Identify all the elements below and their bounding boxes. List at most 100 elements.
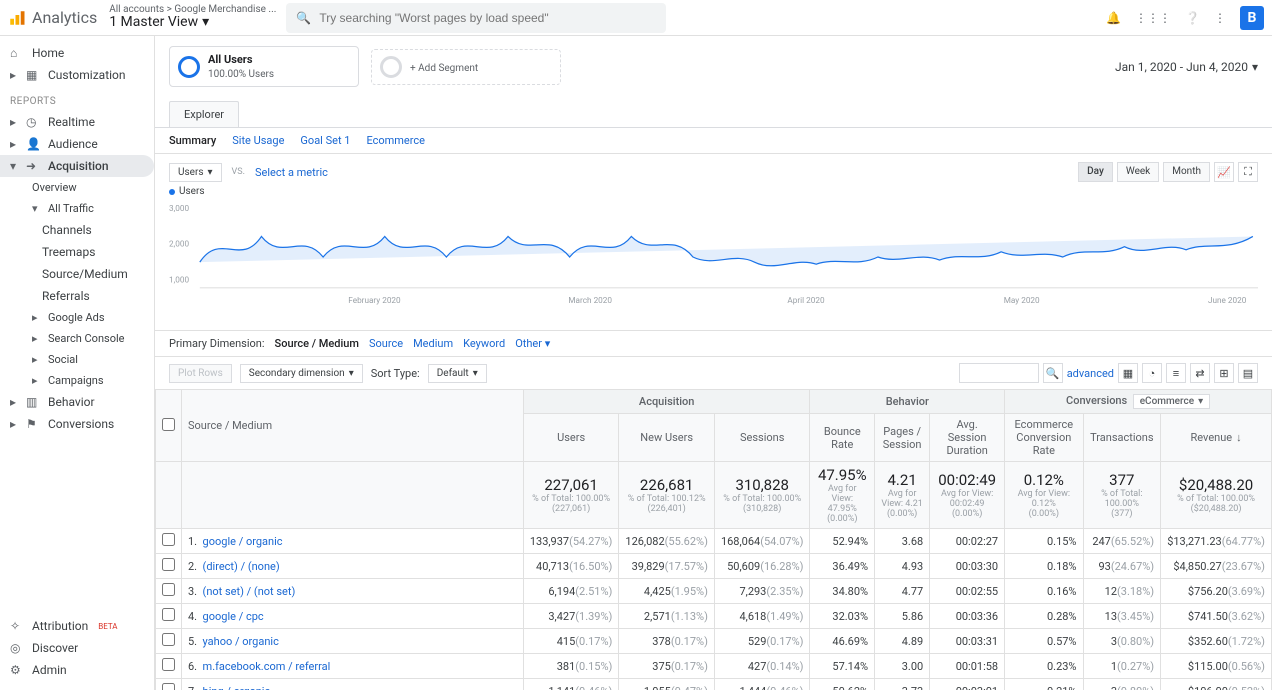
performance-view-icon[interactable]: ≡ xyxy=(1166,363,1186,383)
col-asd[interactable]: Avg. Session Duration xyxy=(930,414,1005,462)
breadcrumb[interactable]: All accounts > Google Merchandise ... 1 … xyxy=(109,4,276,30)
comparison-view-icon[interactable]: ⇄ xyxy=(1190,363,1210,383)
table-view-icon[interactable]: ▦ xyxy=(1118,363,1138,383)
sidebar-item-source-medium[interactable]: Source/Medium xyxy=(0,263,154,285)
sidebar-item-discover[interactable]: ◎Discover xyxy=(0,637,154,659)
subtab-summary[interactable]: Summary xyxy=(169,134,216,147)
granularity-day[interactable]: Day xyxy=(1078,162,1113,182)
kebab-icon[interactable]: ⋮ xyxy=(1214,11,1226,25)
search-bar[interactable]: 🔍 xyxy=(286,3,666,33)
col-ecr[interactable]: Ecommerce Conversion Rate xyxy=(1005,414,1083,462)
source-link[interactable]: 2. (direct) / (none) xyxy=(182,554,524,579)
col-users[interactable]: Users xyxy=(523,414,619,462)
advanced-filter-link[interactable]: advanced xyxy=(1067,367,1114,380)
search-icon[interactable]: 🔍 xyxy=(1043,363,1063,383)
row-checkbox[interactable] xyxy=(162,658,175,671)
sidebar-item-campaigns[interactable]: ▸Campaigns xyxy=(0,370,154,391)
secondary-dimension-dropdown[interactable]: Secondary dimension ▾ xyxy=(240,364,363,383)
search-input[interactable] xyxy=(319,11,656,25)
sidebar-item-treemaps[interactable]: Treemaps xyxy=(0,241,154,263)
row-checkbox[interactable] xyxy=(162,558,175,571)
sidebar-item-google-ads[interactable]: ▸Google Ads xyxy=(0,307,154,328)
help-icon[interactable]: ❔ xyxy=(1185,11,1200,25)
col-pps[interactable]: Pages / Session xyxy=(875,414,930,462)
sidebar-item-realtime[interactable]: ▸◷Realtime xyxy=(0,111,154,133)
bell-icon[interactable]: 🔔 xyxy=(1106,11,1121,25)
source-link[interactable]: 7. bing / organic xyxy=(182,679,524,690)
sidebar-section-reports: REPORTS xyxy=(0,86,154,111)
primary-dimension-label: Primary Dimension: xyxy=(169,337,265,350)
subtab-ecommerce[interactable]: Ecommerce xyxy=(366,134,425,147)
segment-title: All Users xyxy=(208,53,274,66)
dim-other[interactable]: Other ▾ xyxy=(515,337,550,350)
source-link[interactable]: 4. google / cpc xyxy=(182,604,524,629)
chart-toggle-icon[interactable]: 📈 xyxy=(1214,162,1234,182)
pivot-view-icon[interactable]: ⊞ xyxy=(1214,363,1234,383)
add-segment-button[interactable]: + Add Segment xyxy=(371,49,561,85)
dim-source-medium[interactable]: Source / Medium xyxy=(275,337,359,350)
col-bounce[interactable]: Bounce Rate xyxy=(810,414,875,462)
sidebar-item-search-console[interactable]: ▸Search Console xyxy=(0,328,154,349)
motion-chart-icon[interactable]: ⛶ xyxy=(1238,162,1258,182)
sidebar-item-acquisition[interactable]: ▾➜Acquisition xyxy=(0,155,154,177)
col-sessions[interactable]: Sessions xyxy=(714,414,810,462)
col-revenue[interactable]: Revenue↓ xyxy=(1161,414,1272,462)
view-picker[interactable]: 1 Master View▾ xyxy=(109,15,276,30)
row-checkbox[interactable] xyxy=(162,633,175,646)
pie-view-icon[interactable]: ◔ xyxy=(1142,363,1162,383)
row-checkbox[interactable] xyxy=(162,683,175,690)
subtab-site-usage[interactable]: Site Usage xyxy=(232,134,284,147)
sidebar: ⌂Home ▸▦Customization REPORTS ▸◷Realtime… xyxy=(0,36,155,690)
chevron-right-icon: ▸ xyxy=(32,332,40,345)
person-icon: 👤 xyxy=(26,137,40,151)
sidebar-item-all-traffic[interactable]: ▾All Traffic xyxy=(0,198,154,219)
row-checkbox[interactable] xyxy=(162,583,175,596)
segment-all-users[interactable]: All Users100.00% Users xyxy=(169,46,359,87)
summary-sessions: 310,828% of Total: 100.00%(310,828) xyxy=(714,462,810,529)
sort-down-icon: ↓ xyxy=(1236,431,1242,444)
apps-icon[interactable]: ⋮⋮⋮ xyxy=(1135,11,1171,25)
metric-selector[interactable]: Users ▾ xyxy=(169,163,222,182)
col-source-medium[interactable]: Source / Medium xyxy=(182,390,524,462)
sidebar-item-home[interactable]: ⌂Home xyxy=(0,42,154,64)
table-row: 6. m.facebook.com / referral 381(0.15%) … xyxy=(156,654,1272,679)
sidebar-item-overview[interactable]: Overview xyxy=(0,177,154,198)
tab-explorer[interactable]: Explorer xyxy=(169,101,239,127)
sidebar-item-channels[interactable]: Channels xyxy=(0,219,154,241)
source-link[interactable]: 6. m.facebook.com / referral xyxy=(182,654,524,679)
sidebar-item-behavior[interactable]: ▸▥Behavior xyxy=(0,391,154,413)
term-cloud-icon[interactable]: ▤ xyxy=(1238,363,1258,383)
sidebar-item-referrals[interactable]: Referrals xyxy=(0,285,154,307)
source-link[interactable]: 1. google / organic xyxy=(182,529,524,554)
dim-keyword[interactable]: Keyword xyxy=(463,337,505,350)
dim-source[interactable]: Source xyxy=(369,337,403,350)
granularity-month[interactable]: Month xyxy=(1163,162,1210,182)
sidebar-item-conversions[interactable]: ▸⚑Conversions xyxy=(0,413,154,435)
select-metric-link[interactable]: Select a metric xyxy=(255,166,328,179)
sidebar-item-customization[interactable]: ▸▦Customization xyxy=(0,64,154,86)
col-txn[interactable]: Transactions xyxy=(1083,414,1161,462)
plot-rows-button[interactable]: Plot Rows xyxy=(169,364,232,383)
row-checkbox[interactable] xyxy=(162,608,175,621)
sort-type-dropdown[interactable]: Default ▾ xyxy=(428,364,487,383)
segment-circle-icon xyxy=(178,56,200,78)
avatar[interactable]: B xyxy=(1240,6,1264,30)
summary-asd: 00:02:49Avg for View: 00:02:49(0.00%) xyxy=(930,462,1005,529)
source-link[interactable]: 5. yahoo / organic xyxy=(182,629,524,654)
sidebar-item-attribution[interactable]: ✧AttributionBETA xyxy=(0,615,154,637)
sidebar-item-social[interactable]: ▸Social xyxy=(0,349,154,370)
dim-medium[interactable]: Medium xyxy=(413,337,453,350)
subtab-goal1[interactable]: Goal Set 1 xyxy=(300,134,350,147)
row-checkbox[interactable] xyxy=(162,533,175,546)
source-link[interactable]: 3. (not set) / (not set) xyxy=(182,579,524,604)
sidebar-item-audience[interactable]: ▸👤Audience xyxy=(0,133,154,155)
summary-pps: 4.21Avg for View: 4.21(0.00%) xyxy=(875,462,930,529)
conversion-dropdown[interactable]: eCommerce ▾ xyxy=(1133,394,1210,409)
app-logo[interactable]: Analytics xyxy=(8,8,97,27)
select-all-checkbox[interactable] xyxy=(162,418,175,431)
granularity-week[interactable]: Week xyxy=(1117,162,1159,182)
col-new-users[interactable]: New Users xyxy=(619,414,715,462)
table-search-input[interactable] xyxy=(959,363,1039,383)
sidebar-item-admin[interactable]: ⚙Admin xyxy=(0,659,154,681)
date-range-picker[interactable]: Jan 1, 2020 - Jun 4, 2020▾ xyxy=(1115,60,1258,74)
